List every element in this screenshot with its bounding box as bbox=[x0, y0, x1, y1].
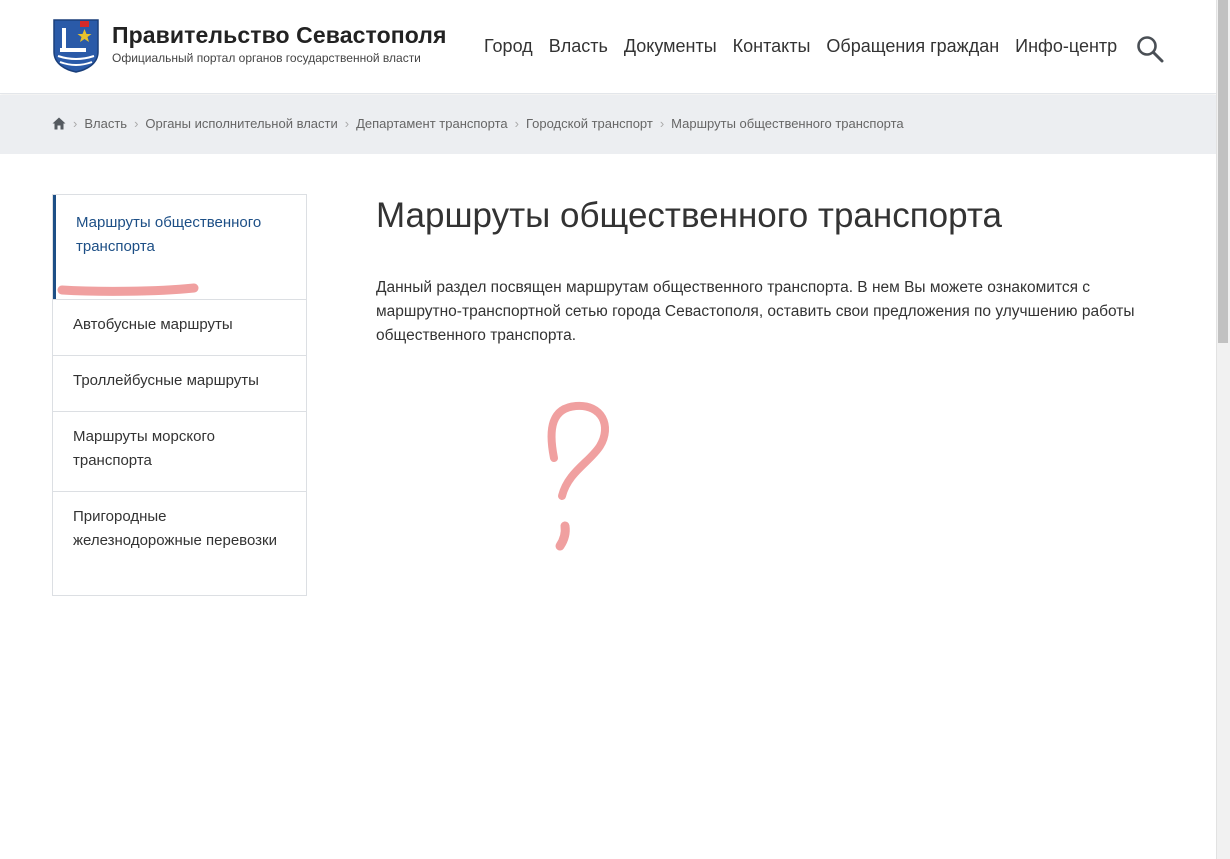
breadcrumb-link-transport-department[interactable]: Департамент транспорта bbox=[356, 116, 508, 131]
site-title[interactable]: Правительство Севастополя bbox=[112, 22, 447, 49]
coat-of-arms-logo[interactable] bbox=[52, 18, 100, 73]
main-nav: Город Власть Документы Контакты Обращени… bbox=[484, 36, 1133, 57]
chevron-right-icon: › bbox=[659, 116, 665, 131]
chevron-right-icon: › bbox=[134, 116, 139, 131]
sidebar-item-trolleybus-routes[interactable]: Троллейбусные маршруты bbox=[53, 355, 306, 411]
breadcrumb-link-executive-bodies[interactable]: Органы исполнительной власти bbox=[145, 116, 337, 131]
site-subtitle: Официальный портал органов государственн… bbox=[112, 51, 421, 65]
breadcrumb-current: Маршруты общественного транспорта bbox=[671, 116, 904, 131]
chevron-right-icon: › bbox=[514, 116, 519, 131]
intro-text: Данный раздел посвящен маршрутам обществ… bbox=[376, 279, 1135, 344]
nav-item-government[interactable]: Власть bbox=[549, 36, 608, 57]
page-title: Маршруты общественного транспорта bbox=[376, 196, 1002, 235]
nav-item-appeals[interactable]: Обращения граждан bbox=[826, 36, 999, 57]
nav-item-contacts[interactable]: Контакты bbox=[733, 36, 811, 57]
site-header: Правительство Севастополя Официальный по… bbox=[0, 0, 1216, 94]
nav-item-documents[interactable]: Документы bbox=[624, 36, 717, 57]
scrollbar-thumb[interactable] bbox=[1218, 0, 1228, 343]
question-mark-annotation bbox=[547, 401, 609, 551]
breadcrumb-link-city-transport[interactable]: Городской транспорт bbox=[526, 116, 653, 131]
breadcrumb-bar: › Власть › Органы исполнительной власти … bbox=[0, 95, 1216, 154]
sidebar-item-bus-routes[interactable]: Автобусные маршруты bbox=[53, 299, 306, 355]
nav-item-city[interactable]: Город bbox=[484, 36, 533, 57]
sidebar-item-sea-transport-routes[interactable]: Маршруты морского транспорта bbox=[53, 411, 306, 491]
breadcrumb: › Власть › Органы исполнительной власти … bbox=[52, 116, 904, 131]
sidebar-menu: Маршруты общественного транспорта Автобу… bbox=[52, 194, 307, 596]
nav-item-info-center[interactable]: Инфо-центр bbox=[1015, 36, 1117, 57]
breadcrumb-link-government[interactable]: Власть bbox=[84, 116, 127, 131]
sidebar-item-public-transport-routes[interactable]: Маршруты общественного транспорта bbox=[53, 195, 306, 299]
sidebar-item-suburban-rail[interactable]: Пригородные железнодорожные перевозки bbox=[53, 491, 306, 595]
chevron-right-icon: › bbox=[73, 116, 78, 131]
search-icon[interactable] bbox=[1136, 35, 1164, 63]
chevron-right-icon: › bbox=[344, 116, 350, 131]
home-icon[interactable] bbox=[52, 117, 66, 130]
